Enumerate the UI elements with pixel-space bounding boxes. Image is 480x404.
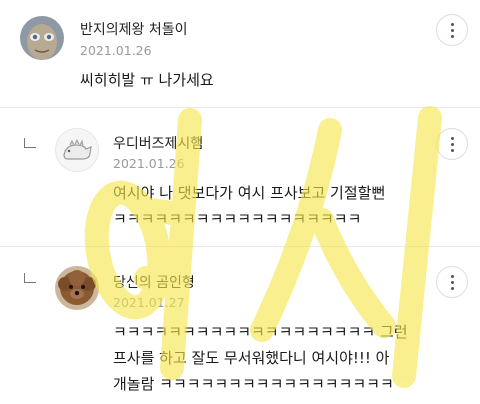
more-options-icon bbox=[450, 273, 454, 291]
comment-date: 2021.01.26 bbox=[113, 156, 185, 171]
dinosaur-avatar-icon[interactable] bbox=[55, 128, 99, 172]
comment-line: 여시야 나 댓보다가 여시 프사보고 기절할뻔 bbox=[113, 184, 386, 202]
comment-date: 2021.01.27 bbox=[113, 295, 185, 310]
comment-nickname[interactable]: 우디버즈제시햄 bbox=[113, 133, 203, 153]
more-options-button[interactable] bbox=[436, 266, 468, 298]
reply-arrow-icon bbox=[24, 273, 36, 283]
poodle-avatar-icon[interactable] bbox=[55, 266, 99, 310]
comment-line: 개놀람 ㅋㅋㅋㅋㅋㅋㅋㅋㅋㅋㅋㅋㅋㅋㅋㅋㅋ bbox=[113, 375, 394, 393]
more-options-button[interactable] bbox=[436, 14, 468, 46]
more-options-icon bbox=[450, 135, 454, 153]
comment-item: 반지의제왕 처돌이 2021.01.26 씨히히발 ㅠ 나가세요 bbox=[0, 0, 480, 104]
comment-line: ㅋㅋㅋㅋㅋㅋㅋㅋㅋㅋㅋㅋㅋㅋㅋㅋㅋㅋ bbox=[113, 210, 362, 228]
comment-nickname[interactable]: 당신의 곰인형 bbox=[113, 272, 195, 292]
reply-arrow-icon bbox=[24, 138, 36, 148]
more-options-icon bbox=[450, 21, 454, 39]
comment-text: ㅋㅋㅋㅋㅋㅋㅋㅋㅋㅋㅋㅋㅋㅋㅋㅋㅋㅋㅋ 그런 프사를 하고 잘도 무서워했다니 … bbox=[113, 319, 408, 397]
reply-comment-item: 당신의 곰인형 2021.01.27 ㅋㅋㅋㅋㅋㅋㅋㅋㅋㅋㅋㅋㅋㅋㅋㅋㅋㅋㅋ 그… bbox=[0, 247, 480, 404]
comment-line: 씨히히발 ㅠ 나가세요 bbox=[80, 71, 214, 89]
reply-comment-item: 우디버즈제시햄 2021.01.26 여시야 나 댓보다가 여시 프사보고 기절… bbox=[0, 108, 480, 246]
comment-line: ㅋㅋㅋㅋㅋㅋㅋㅋㅋㅋㅋㅋㅋㅋㅋㅋㅋㅋㅋ 그런 bbox=[113, 323, 408, 341]
comment-nickname[interactable]: 반지의제왕 처돌이 bbox=[80, 19, 188, 39]
comment-date: 2021.01.26 bbox=[80, 43, 152, 58]
more-options-button[interactable] bbox=[436, 128, 468, 160]
comment-line: 프사를 하고 잘도 무서워했다니 여시야!!! 아 bbox=[113, 349, 390, 367]
comment-text: 여시야 나 댓보다가 여시 프사보고 기절할뻔 ㅋㅋㅋㅋㅋㅋㅋㅋㅋㅋㅋㅋㅋㅋㅋㅋ… bbox=[113, 180, 385, 232]
gollum-avatar-icon[interactable] bbox=[20, 16, 64, 60]
comment-text: 씨히히발 ㅠ 나가세요 bbox=[80, 67, 214, 93]
